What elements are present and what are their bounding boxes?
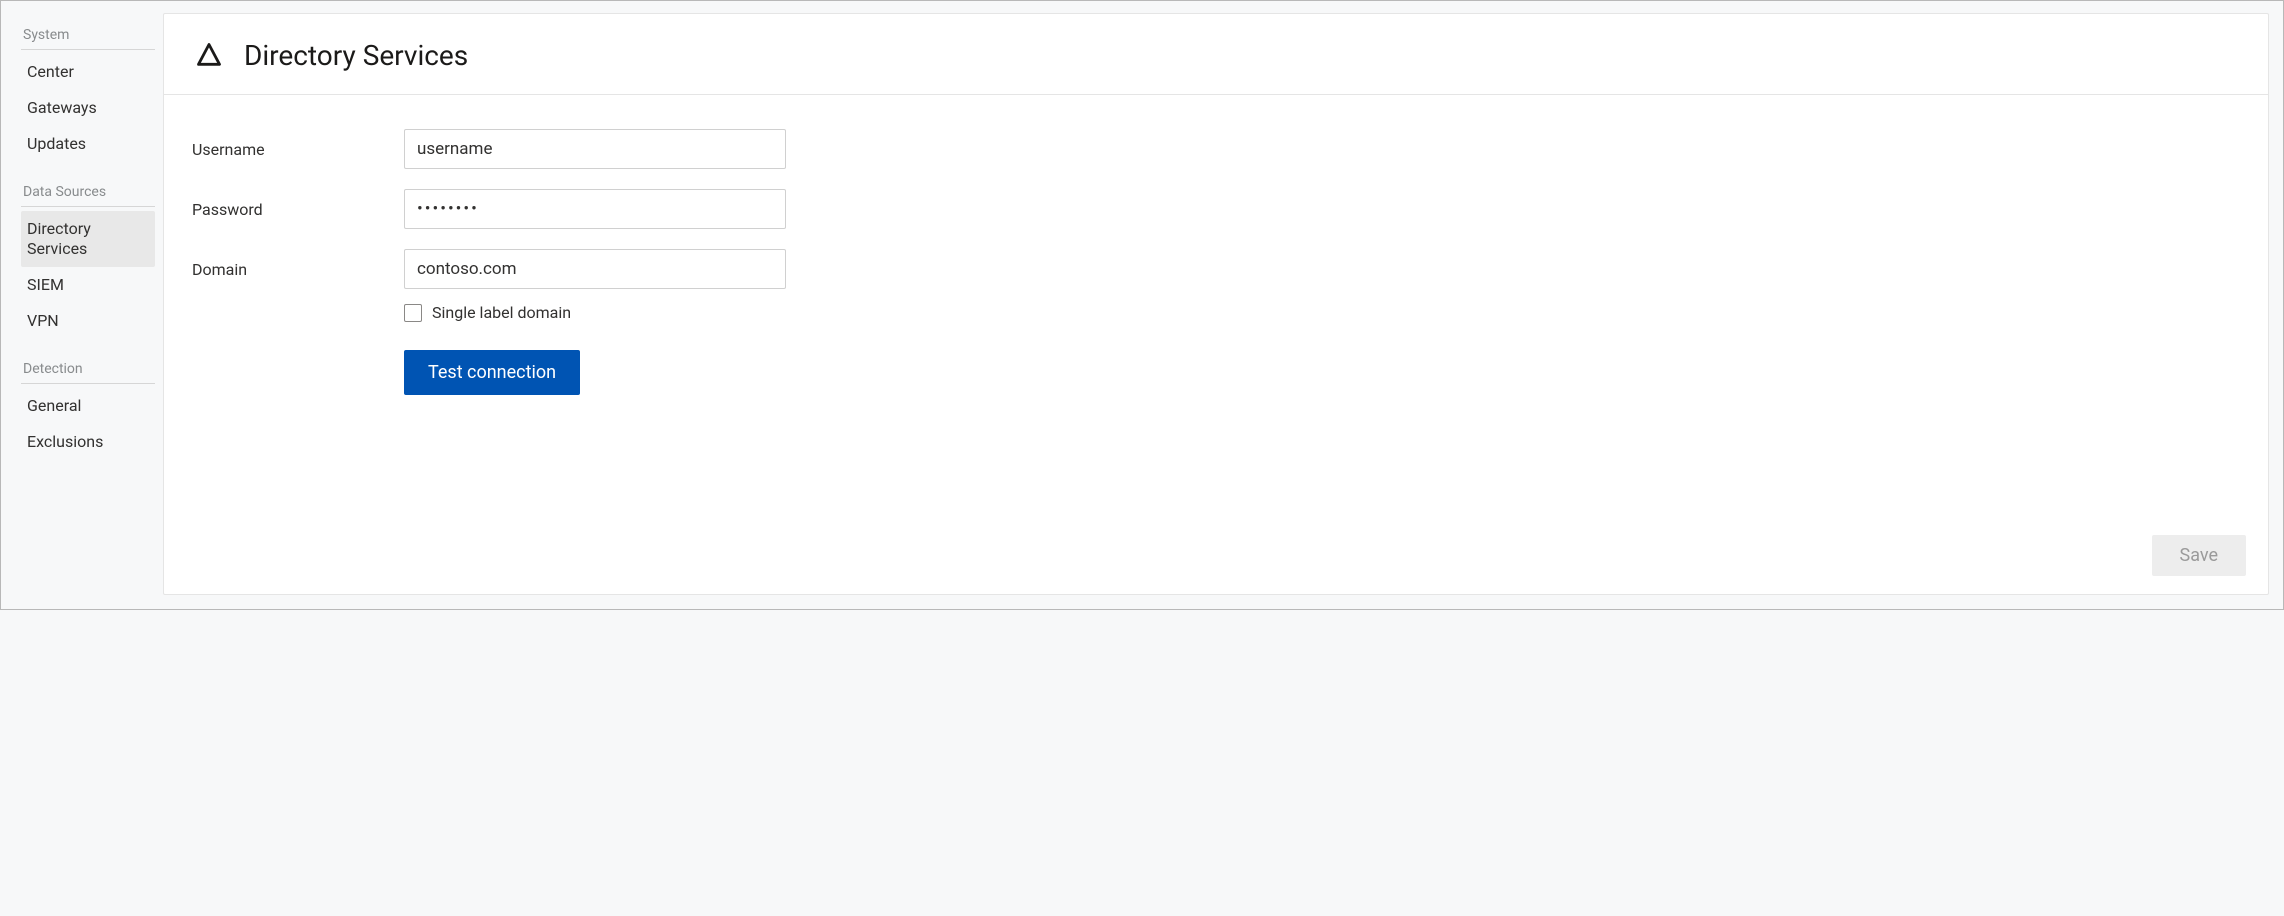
domain-input[interactable] bbox=[404, 249, 786, 289]
label-password: Password bbox=[192, 200, 404, 219]
row-domain: Domain bbox=[192, 249, 2240, 289]
password-input[interactable] bbox=[404, 189, 786, 229]
nav-vpn[interactable]: VPN bbox=[21, 303, 155, 339]
single-label-domain-label[interactable]: Single label domain bbox=[432, 303, 571, 322]
nav-group-data-sources: Data Sources Directory Services SIEM VPN bbox=[21, 180, 155, 339]
nav-group-system: System Center Gateways Updates bbox=[21, 23, 155, 162]
row-username: Username bbox=[192, 129, 2240, 169]
label-username: Username bbox=[192, 140, 404, 159]
form-area: Username Password Domain Single lab bbox=[164, 95, 2268, 415]
warning-triangle-icon bbox=[192, 38, 226, 72]
nav-exclusions[interactable]: Exclusions bbox=[21, 424, 155, 460]
nav-updates[interactable]: Updates bbox=[21, 126, 155, 162]
sidebar: System Center Gateways Updates Data Sour… bbox=[11, 13, 155, 595]
single-label-domain-checkbox[interactable] bbox=[404, 304, 422, 322]
label-domain: Domain bbox=[192, 260, 404, 279]
app-root: System Center Gateways Updates Data Sour… bbox=[0, 0, 2284, 610]
row-password: Password bbox=[192, 189, 2240, 229]
row-single-label-domain: Single label domain bbox=[404, 303, 2240, 322]
save-button[interactable]: Save bbox=[2152, 535, 2247, 576]
nav-group-header-system: System bbox=[21, 23, 155, 50]
nav-group-detection: Detection General Exclusions bbox=[21, 357, 155, 460]
nav-group-header-detection: Detection bbox=[21, 357, 155, 384]
nav-group-header-data-sources: Data Sources bbox=[21, 180, 155, 207]
nav-general[interactable]: General bbox=[21, 388, 155, 424]
nav-directory-services[interactable]: Directory Services bbox=[21, 211, 155, 267]
nav-siem[interactable]: SIEM bbox=[21, 267, 155, 303]
save-wrap: Save bbox=[2152, 535, 2247, 576]
nav-gateways[interactable]: Gateways bbox=[21, 90, 155, 126]
panel-header: Directory Services bbox=[164, 14, 2268, 95]
username-input[interactable] bbox=[404, 129, 786, 169]
main-panel: Directory Services Username Password Dom… bbox=[163, 13, 2269, 595]
row-test-connection: Test connection bbox=[404, 350, 2240, 395]
test-connection-button[interactable]: Test connection bbox=[404, 350, 580, 395]
nav-center[interactable]: Center bbox=[21, 54, 155, 90]
page-title: Directory Services bbox=[244, 39, 468, 72]
